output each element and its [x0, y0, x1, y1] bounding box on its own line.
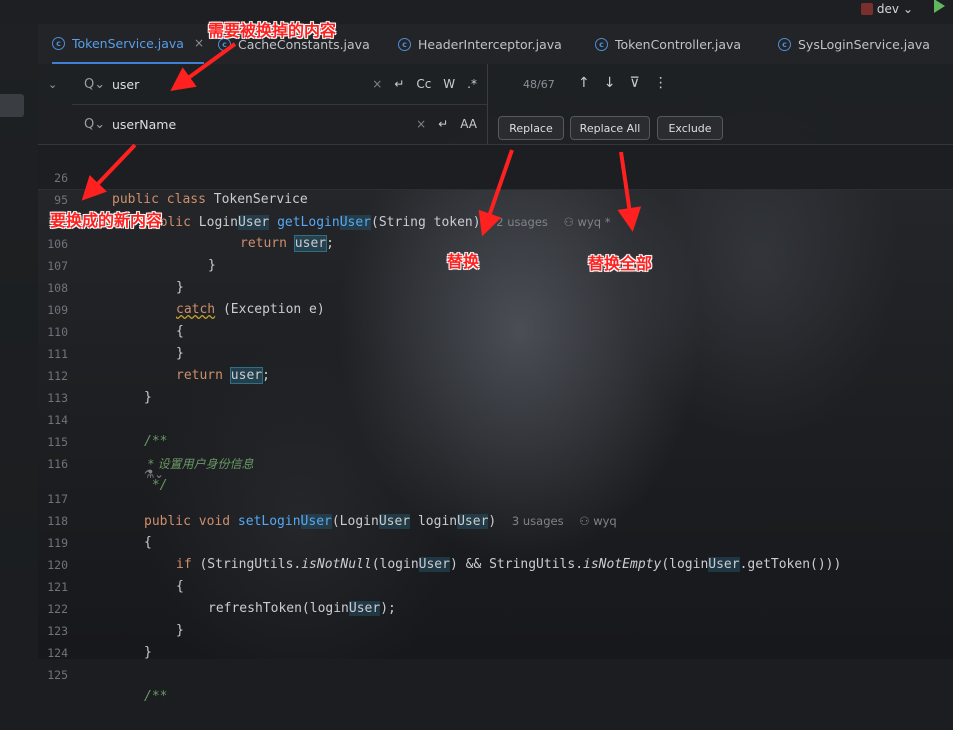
previous-match-icon[interactable]: ↑	[578, 75, 590, 91]
replace-row: Q⌄ × ↵ AA	[72, 104, 487, 144]
replace-input[interactable]	[110, 115, 334, 133]
search-icon[interactable]: Q⌄	[84, 77, 105, 92]
code-line: 122 }	[38, 576, 953, 638]
code-editor[interactable]: 26 public class TokenService 95 public L…	[38, 145, 953, 704]
match-counter: 48/67	[523, 78, 555, 91]
code-line: 106 }	[38, 211, 953, 273]
search-row: Q⌄ × ↵ Cc W .*	[72, 64, 487, 104]
editor-tabs: c TokenService.java × c CacheConstants.j…	[38, 24, 953, 65]
replace-options: × ↵ AA	[416, 104, 477, 144]
code-line: 119 if (StringUtils.isNotNull(loginUser)…	[38, 510, 953, 572]
code-text: /**	[144, 689, 168, 704]
project-tool-button[interactable]	[0, 94, 24, 117]
sticky-header: 26 public class TokenService 95 public L…	[38, 145, 953, 230]
code-line: 111 return user;	[38, 321, 953, 384]
class-icon: c	[52, 36, 65, 50]
class-icon: c	[595, 37, 608, 51]
tab-headerinterceptor[interactable]: c HeaderInterceptor.java	[398, 24, 562, 64]
title-bar: dev ⌄	[0, 0, 953, 24]
code-line: 121 refreshToken(loginUser);	[38, 554, 953, 616]
preserve-case-toggle[interactable]: AA	[460, 117, 477, 131]
branch-name: dev	[876, 2, 899, 16]
run-icon[interactable]	[934, 0, 945, 13]
more-options-icon[interactable]: ⋮	[654, 75, 668, 91]
code-line: 105 return user;	[38, 189, 953, 252]
class-icon: c	[398, 37, 411, 51]
tab-label: HeaderInterceptor.java	[418, 36, 562, 52]
annotation-replace: 替换	[447, 252, 480, 271]
match-navigation: ↑ ↓ ⊽ ⋮	[578, 75, 668, 91]
code-line: 107 }	[38, 233, 953, 295]
code-line: 120 {	[38, 532, 953, 594]
tab-sysloginservice[interactable]: c SysLoginService.java	[778, 24, 930, 64]
code-line: 112 }	[38, 343, 953, 405]
filter-icon[interactable]: ⊽	[629, 75, 639, 91]
exclude-button[interactable]: Exclude	[657, 116, 723, 140]
code-line: 114 /**	[38, 387, 953, 449]
code-line: 123 }	[38, 598, 953, 660]
code-line: 115 * 设置用户身份信息	[38, 409, 953, 471]
find-replace-panel: ⌄ Q⌄ × ↵ Cc W .* Q⌄ × ↵ AA 48/67 ↑ ↓ ⊽ ⋮…	[38, 64, 953, 145]
new-line-icon[interactable]: ↵	[438, 117, 448, 131]
chevron-down-icon: ⌄	[902, 2, 913, 16]
code-line: 113	[38, 365, 953, 405]
search-input[interactable]	[110, 75, 334, 93]
code-line: 118 {	[38, 488, 953, 550]
annotation-replace-all: 替换全部	[588, 254, 653, 273]
branch-icon	[860, 3, 873, 15]
replace-all-button[interactable]: Replace All	[570, 116, 650, 140]
branch-selector[interactable]: dev ⌄	[860, 0, 913, 18]
divider	[487, 64, 488, 144]
class-icon: c	[778, 37, 791, 51]
annotation-to-replace: 需要被换掉的内容	[208, 21, 337, 40]
new-line-icon[interactable]: ↵	[394, 77, 404, 91]
code-line: 95 public LoginUser getLoginUser(String …	[38, 167, 953, 230]
close-icon[interactable]: ×	[194, 36, 204, 50]
code-line: 26 public class TokenService	[38, 145, 953, 207]
tab-label: TokenController.java	[615, 36, 742, 52]
tab-label: TokenService.java	[72, 35, 184, 51]
clear-search-icon[interactable]: ×	[372, 77, 382, 91]
code-line: 125 /**	[38, 642, 953, 704]
search-options: × ↵ Cc W .*	[372, 64, 477, 104]
tool-window-strip	[0, 24, 38, 659]
code-line: 109 {	[38, 277, 953, 339]
tab-label: SysLoginService.java	[798, 36, 930, 52]
tab-tokenservice[interactable]: c TokenService.java ×	[52, 24, 204, 64]
annotation-new-content: 要换成的新内容	[50, 211, 163, 230]
line-number: 125	[47, 668, 68, 682]
tab-tokencontroller[interactable]: c TokenController.java	[595, 24, 741, 64]
next-match-icon[interactable]: ↓	[604, 75, 616, 91]
code-line: ⚗⌄	[38, 450, 953, 481]
code-line: 117 public void setLoginUser(LoginUser l…	[38, 466, 953, 529]
code-line: 108 catch (Exception e)	[38, 255, 953, 317]
regex-toggle[interactable]: .*	[467, 77, 477, 91]
clear-replace-icon[interactable]: ×	[416, 117, 426, 131]
replace-button[interactable]: Replace	[498, 116, 564, 140]
toggle-replace-icon[interactable]: ⌄	[48, 78, 57, 91]
match-case-toggle[interactable]: Cc	[416, 77, 431, 91]
code-line: 110 }	[38, 299, 953, 361]
code-line: 124	[38, 620, 953, 660]
whole-words-toggle[interactable]: W	[443, 77, 455, 91]
search-icon[interactable]: Q⌄	[84, 117, 105, 132]
